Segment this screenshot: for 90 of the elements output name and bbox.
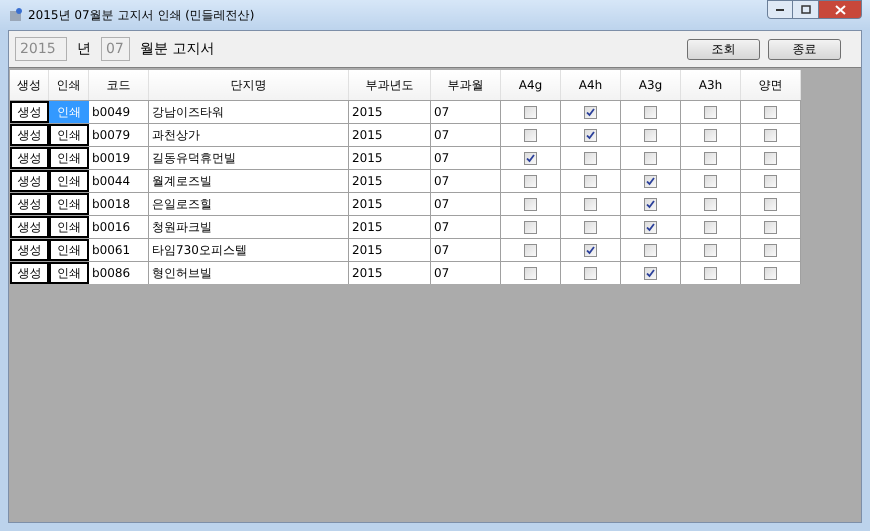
checkbox[interactable] xyxy=(584,106,597,118)
create-button[interactable]: 생성 xyxy=(10,262,49,284)
print-button[interactable]: 인쇄 xyxy=(49,193,89,215)
checkbox[interactable] xyxy=(584,174,597,188)
create-button[interactable]: 생성 xyxy=(10,193,49,215)
table-cell: 형인허브빌 xyxy=(149,262,349,284)
checkmark-icon xyxy=(646,200,655,208)
checkmark-icon xyxy=(586,108,595,116)
column-header: A4g xyxy=(501,70,561,100)
checkbox[interactable] xyxy=(584,198,597,210)
checkmark-icon xyxy=(586,246,595,254)
checkbox[interactable] xyxy=(584,244,597,256)
checkbox[interactable] xyxy=(704,198,717,210)
checkmark-icon xyxy=(646,268,655,278)
checkbox[interactable] xyxy=(644,152,657,164)
column-header: 양면 xyxy=(741,70,801,100)
checkbox[interactable] xyxy=(704,244,717,256)
column-header: 생성 xyxy=(10,70,49,100)
print-button[interactable]: 인쇄 xyxy=(49,124,89,146)
checkbox[interactable] xyxy=(584,152,597,164)
checkbox[interactable] xyxy=(524,128,537,142)
checkbox[interactable] xyxy=(644,266,657,280)
maximize-button[interactable] xyxy=(793,0,819,19)
checkbox[interactable] xyxy=(644,174,657,188)
column-header: 인쇄 xyxy=(49,70,89,100)
minimize-icon xyxy=(775,8,785,12)
checkbox[interactable] xyxy=(704,106,717,118)
maximize-icon xyxy=(800,5,810,14)
checkbox[interactable] xyxy=(584,128,597,142)
column-header: A4h xyxy=(561,70,621,100)
create-button[interactable]: 생성 xyxy=(10,124,49,146)
column-header: 부과월 xyxy=(431,70,501,100)
checkbox[interactable] xyxy=(644,244,657,256)
create-button[interactable]: 생성 xyxy=(10,239,49,261)
checkbox[interactable] xyxy=(584,220,597,234)
checkbox[interactable] xyxy=(764,198,777,210)
create-button[interactable]: 생성 xyxy=(10,101,49,123)
table-cell: b0086 xyxy=(89,262,149,284)
minimize-button[interactable] xyxy=(767,0,793,19)
checkbox[interactable] xyxy=(704,266,717,280)
checkbox[interactable] xyxy=(764,152,777,164)
month-label: 월분 고지서 xyxy=(140,40,214,58)
checkbox[interactable] xyxy=(524,266,537,280)
print-button[interactable]: 인쇄 xyxy=(49,239,89,261)
column-header: 부과년도 xyxy=(349,70,431,100)
checkbox[interactable] xyxy=(764,174,777,188)
checkbox[interactable] xyxy=(584,266,597,280)
close-button[interactable] xyxy=(819,0,862,19)
create-button[interactable]: 생성 xyxy=(10,216,49,238)
checkbox[interactable] xyxy=(524,220,537,234)
year-label: 년 xyxy=(77,40,91,58)
checkbox[interactable] xyxy=(704,128,717,142)
checkbox[interactable] xyxy=(644,220,657,234)
table-cell: 2015 xyxy=(349,262,431,284)
checkbox[interactable] xyxy=(764,220,777,234)
create-button[interactable]: 생성 xyxy=(10,147,49,169)
checkbox[interactable] xyxy=(704,220,717,234)
checkbox[interactable] xyxy=(524,152,537,164)
checkbox[interactable] xyxy=(644,198,657,210)
checkmark-icon xyxy=(646,222,655,232)
checkbox[interactable] xyxy=(704,174,717,188)
app-icon xyxy=(8,7,24,23)
checkmark-icon xyxy=(646,176,655,186)
create-button[interactable]: 생성 xyxy=(10,170,49,192)
column-header: A3h xyxy=(681,70,741,100)
checkbox[interactable] xyxy=(764,266,777,280)
print-button[interactable]: 인쇄 xyxy=(49,147,89,169)
checkbox[interactable] xyxy=(644,128,657,142)
table-cell: 07 xyxy=(431,262,501,284)
checkbox[interactable] xyxy=(524,174,537,188)
checkbox[interactable] xyxy=(764,128,777,142)
window-title: 2015년 07월분 고지서 인쇄 (민들레전산) xyxy=(28,7,254,24)
checkbox[interactable] xyxy=(764,244,777,256)
column-header: 코드 xyxy=(89,70,149,100)
close-icon xyxy=(834,4,846,14)
checkmark-icon xyxy=(526,154,535,162)
checkbox[interactable] xyxy=(644,106,657,118)
column-header: A3g xyxy=(621,70,681,100)
print-button[interactable]: 인쇄 xyxy=(49,170,89,192)
search-button[interactable]: 조회 xyxy=(687,38,760,60)
checkbox[interactable] xyxy=(524,244,537,256)
print-button[interactable]: 인쇄 xyxy=(49,262,89,284)
print-button[interactable]: 인쇄 xyxy=(49,216,89,238)
checkmark-icon xyxy=(586,130,595,140)
checkbox[interactable] xyxy=(524,106,537,118)
column-header: 단지명 xyxy=(149,70,349,100)
checkbox[interactable] xyxy=(524,198,537,210)
checkbox[interactable] xyxy=(764,106,777,118)
checkbox[interactable] xyxy=(704,152,717,164)
exit-button[interactable]: 종료 xyxy=(768,38,841,60)
